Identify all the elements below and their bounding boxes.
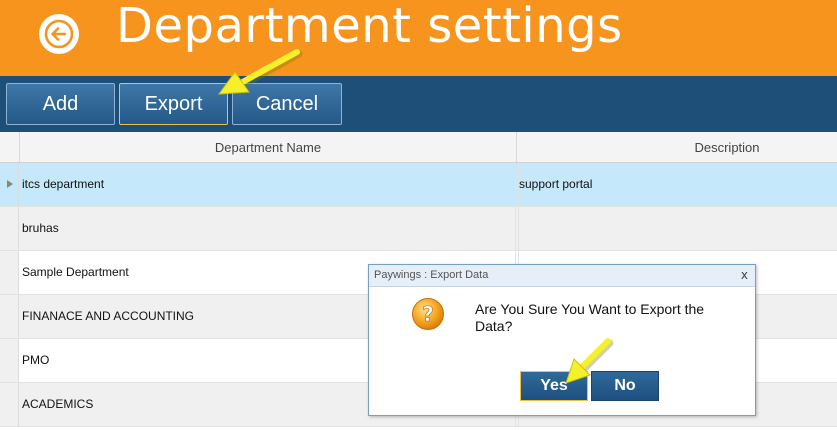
- row-indicator: [0, 339, 19, 382]
- svg-text:?: ?: [422, 302, 434, 326]
- grid-header: Department Name Description: [0, 132, 837, 163]
- row-indicator: [0, 207, 19, 250]
- description-cell[interactable]: support portal: [518, 163, 834, 206]
- current-row-arrow-icon: [7, 180, 13, 188]
- back-button[interactable]: [39, 14, 79, 54]
- export-confirm-dialog: Paywings : Export Data x ? Are You Sure …: [368, 264, 756, 416]
- toolbar: Add Export Cancel: [0, 76, 837, 132]
- page-title: Department settings: [116, 0, 623, 54]
- dialog-titlebar[interactable]: Paywings : Export Data x: [369, 265, 755, 287]
- header-bar: Department settings: [0, 0, 837, 76]
- row-indicator: [0, 251, 19, 294]
- dialog-message: Are You Sure You Want to Export the Data…: [475, 301, 705, 334]
- cancel-button[interactable]: Cancel: [232, 83, 342, 125]
- department-name-cell[interactable]: bruhas: [22, 207, 512, 250]
- row-indicator: [0, 163, 19, 206]
- yes-button[interactable]: Yes: [520, 371, 588, 401]
- column-header-department-name[interactable]: Department Name: [19, 132, 516, 162]
- close-icon[interactable]: x: [741, 265, 748, 286]
- export-button[interactable]: Export: [119, 83, 228, 125]
- add-button[interactable]: Add: [6, 83, 115, 125]
- question-icon: ?: [412, 298, 444, 330]
- department-name-cell[interactable]: itcs department: [22, 163, 512, 206]
- row-indicator: [0, 383, 19, 426]
- row-indicator: [0, 295, 19, 338]
- dialog-title: Paywings : Export Data: [374, 269, 489, 281]
- table-row[interactable]: itcs department support portal: [0, 163, 837, 207]
- back-arrow-icon: [44, 19, 74, 49]
- description-cell[interactable]: [518, 207, 834, 250]
- no-button[interactable]: No: [591, 371, 659, 401]
- table-row[interactable]: bruhas: [0, 207, 837, 251]
- column-header-description[interactable]: Description: [516, 132, 837, 162]
